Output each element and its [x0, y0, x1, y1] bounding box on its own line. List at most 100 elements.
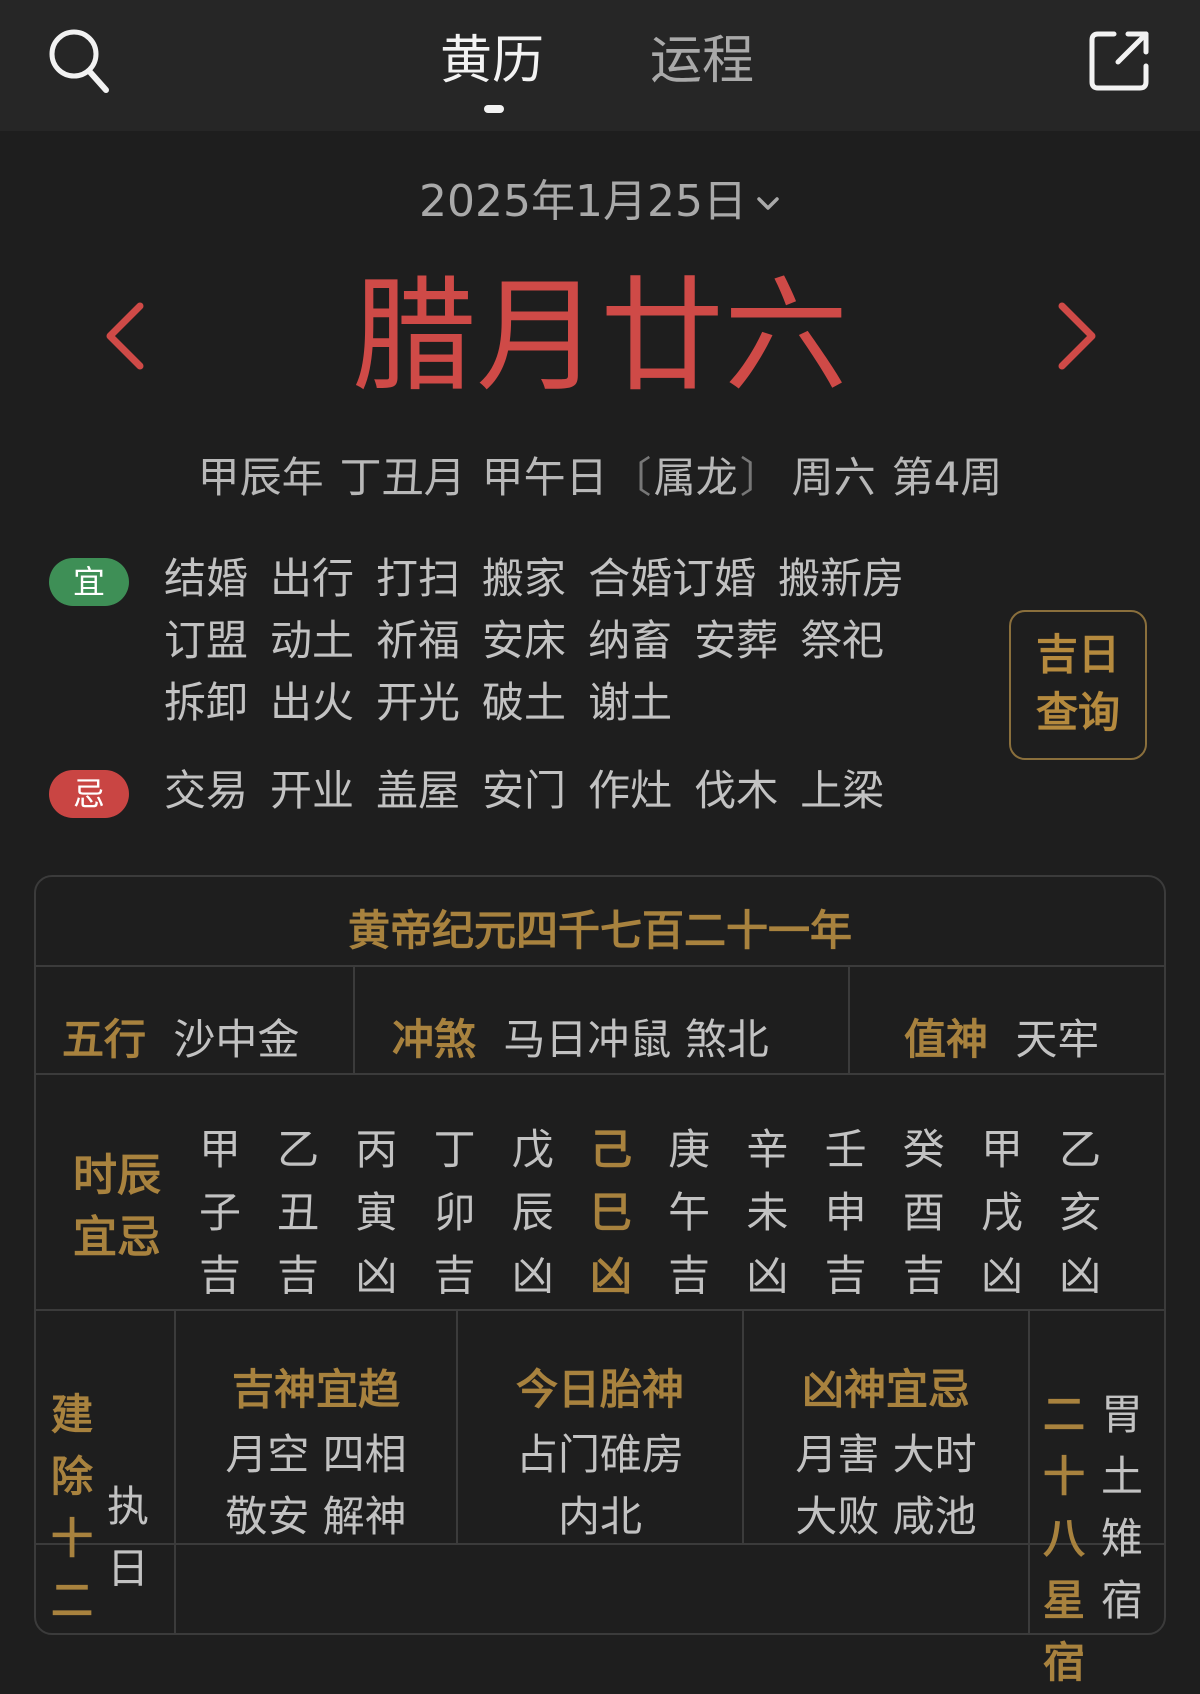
- shichen-gan: 己: [589, 1125, 632, 1174]
- shichen-luck: 吉: [668, 1251, 711, 1300]
- ji-item: 安门: [482, 766, 567, 815]
- shichen-hour-column: 丙寅凶: [346, 1118, 406, 1307]
- shichen-gan: 庚: [668, 1125, 711, 1174]
- shichen-gan: 甲: [198, 1125, 241, 1174]
- divider: [36, 1073, 1164, 1075]
- shichen-hour-column: 乙亥凶: [1050, 1118, 1110, 1307]
- shichen-luck: 吉: [198, 1251, 241, 1300]
- shichen-luck: 吉: [824, 1251, 867, 1300]
- shichen-luck: 吉: [277, 1251, 320, 1300]
- xiu-label-char: 二: [1042, 1390, 1085, 1439]
- week-number: 第4周: [891, 453, 1003, 502]
- shichen-zhi: 子: [198, 1188, 241, 1237]
- yi-item: 打扫: [376, 554, 461, 603]
- ji-item: 上梁: [800, 766, 885, 815]
- share-icon[interactable]: [1088, 28, 1152, 92]
- shichen-zhi: 戌: [980, 1188, 1023, 1237]
- yi-badge: 宜: [49, 558, 129, 606]
- shichen-luck: 吉: [433, 1251, 476, 1300]
- shichen-gan: 乙: [1059, 1125, 1102, 1174]
- shichen-gan: 壬: [824, 1125, 867, 1174]
- yi-item: 安床: [482, 616, 567, 665]
- wuxing-label: 五行: [62, 1015, 147, 1064]
- taishen-line1: 占门碓房: [515, 1430, 684, 1479]
- shichen-zhi: 寅: [355, 1188, 398, 1237]
- chongsha-label: 冲煞: [392, 1015, 477, 1064]
- yi-item: 出火: [270, 678, 355, 727]
- shichen-hour-column: 甲子吉: [190, 1118, 250, 1307]
- xiongshen-title: 凶神宜忌: [801, 1365, 970, 1414]
- shichen-luck: 凶: [746, 1251, 789, 1300]
- ji-item: 作灶: [588, 766, 673, 815]
- shichen-hour-column: 戊辰凶: [503, 1118, 563, 1307]
- jiri-button-line1: 吉日: [1035, 630, 1120, 679]
- zhishen-cell: 值神 天牢: [904, 1010, 1099, 1070]
- shichen-label-line1: 时辰: [73, 1150, 161, 1201]
- shichen-gan: 甲: [980, 1125, 1023, 1174]
- wuxing-value: 沙中金: [173, 1015, 300, 1064]
- search-icon[interactable]: [46, 26, 112, 96]
- xiu-label-char: 星: [1042, 1576, 1085, 1625]
- ganzhi-month: 丁丑月: [339, 453, 466, 502]
- yi-item: 祭祀: [800, 616, 885, 665]
- solar-date-selector[interactable]: 2025年1月25日: [0, 172, 1200, 232]
- shichen-gan: 丙: [355, 1125, 398, 1174]
- panel-title: 黄帝纪元四千七百二十一年: [347, 906, 852, 955]
- jianchu-label: 建除十二: [48, 1384, 96, 1632]
- shichen-zhi: 未: [746, 1188, 789, 1237]
- shichen-luck: 凶: [980, 1251, 1023, 1300]
- shichen-hour-column: 己巳凶: [581, 1118, 641, 1307]
- solar-date: 2025年1月25日: [419, 176, 747, 227]
- zhishen-value: 天牢: [1015, 1015, 1100, 1064]
- yi-item: 出行: [270, 554, 355, 603]
- next-day-arrow-icon[interactable]: [1052, 298, 1102, 374]
- taishen-line2: 内北: [557, 1492, 642, 1541]
- xiu-value-char: 土: [1100, 1452, 1143, 1501]
- ji-item: 盖屋: [376, 766, 461, 815]
- yi-item: 开光: [376, 678, 461, 727]
- ji-badge: 忌: [49, 770, 129, 818]
- jiri-button-line2: 查询: [1035, 688, 1120, 737]
- xiu-label-char: 宿: [1042, 1638, 1085, 1687]
- xiongshen-line2: 大败 咸池: [795, 1492, 977, 1541]
- shichen-hour-column: 丁卯吉: [425, 1118, 485, 1307]
- jianchu-label-char: 二: [50, 1576, 93, 1625]
- zodiac: 属龙: [653, 453, 738, 502]
- yi-item: 结婚: [164, 554, 249, 603]
- tab-yuncheng[interactable]: 运程: [650, 26, 754, 96]
- shichen-hour-column: 癸酉吉: [894, 1118, 954, 1307]
- divider: [36, 965, 1164, 967]
- shichen-gan: 辛: [746, 1125, 789, 1174]
- yi-item: 破土: [482, 678, 567, 727]
- shichen-hour-column: 乙丑吉: [268, 1118, 328, 1307]
- shichen-luck: 凶: [1059, 1251, 1102, 1300]
- shichen-luck: 凶: [355, 1251, 398, 1300]
- jianchu-value: 执日: [104, 1476, 152, 1600]
- shichen-zhi: 亥: [1059, 1188, 1102, 1237]
- xiu-label-char: 十: [1042, 1452, 1085, 1501]
- zhishen-label: 值神: [904, 1015, 989, 1064]
- yi-item: 订盟: [164, 616, 249, 665]
- jianchu-label-char: 建: [50, 1390, 93, 1439]
- shichen-luck: 凶: [589, 1251, 632, 1300]
- yi-item: 搬家: [482, 554, 567, 603]
- yi-list: 结婚 出行 打扫 搬家 合婚订婚 搬新房订盟 动土 祈福 安床 纳畜 安葬 祭祀拆卸 出火 开光 破土 谢土: [164, 548, 974, 734]
- xiu-value-char: 胃: [1100, 1390, 1143, 1439]
- lunar-date: 腊月廿六: [351, 265, 848, 409]
- shichen-zhi: 丑: [277, 1188, 320, 1237]
- jishen-title: 吉神宜趋: [231, 1365, 400, 1414]
- shichen-label-line2: 宜忌: [73, 1212, 161, 1263]
- shichen-zhi: 巳: [589, 1188, 632, 1237]
- yi-item: 合婚订婚: [588, 554, 757, 603]
- chongsha-cell: 冲煞 马日冲鼠 煞北: [392, 1010, 769, 1070]
- tab-huangli[interactable]: 黄历: [440, 26, 544, 96]
- jianchu-label-char: 十: [50, 1514, 93, 1563]
- jiri-query-button[interactable]: 吉日 查询: [1009, 610, 1147, 760]
- top-bar: 黄历 运程: [0, 0, 1200, 131]
- shichen-hour-column: 庚午吉: [659, 1118, 719, 1307]
- jishen-line1: 月空 四相: [225, 1430, 407, 1479]
- xiu-label-char: 八: [1042, 1514, 1085, 1563]
- xiu-label: 二十八星宿: [1040, 1384, 1088, 1694]
- shichen-luck: 凶: [511, 1251, 554, 1300]
- divider: [36, 1309, 1164, 1311]
